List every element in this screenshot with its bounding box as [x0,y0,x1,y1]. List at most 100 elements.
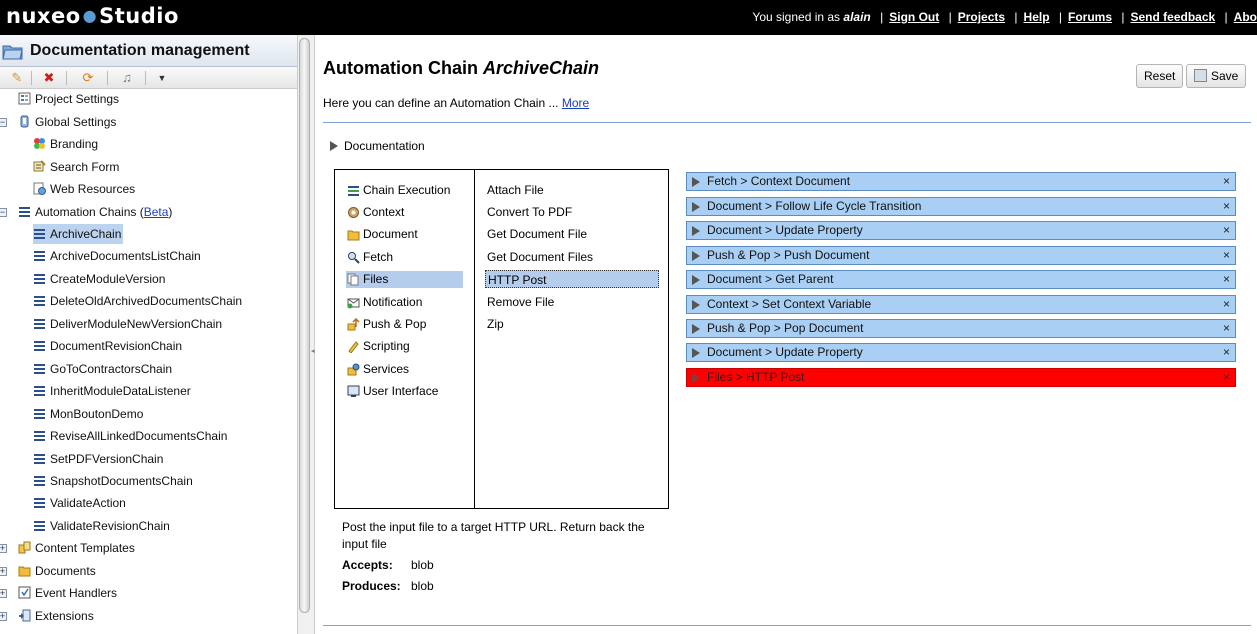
expand-arrow-icon[interactable] [692,348,700,358]
expand-icon[interactable]: + [0,589,7,598]
expand-arrow-icon[interactable] [692,226,700,236]
expand-icon[interactable]: + [0,612,7,621]
forums-link[interactable]: Forums [1068,10,1112,24]
category-push-pop[interactable]: Push & Pop [346,316,463,333]
nuxeo-studio-logo[interactable]: nuxeo ●Studio [6,4,179,28]
tree-item-chain[interactable]: ReviseAllLinkedDocumentsChain [33,426,227,446]
services-icon [347,363,360,376]
remove-icon[interactable]: × [1223,344,1230,361]
operation-item[interactable]: Zip [485,315,659,333]
category-fetch[interactable]: Fetch [346,249,463,266]
dropdown-icon[interactable]: ▼ [153,70,171,86]
about-link[interactable]: Abo [1234,10,1257,24]
remove-icon[interactable]: × [1223,296,1230,313]
tree-item-label: MonBoutonDemo [50,407,144,421]
remove-icon[interactable]: × [1223,320,1230,337]
tree-item-chain[interactable]: CreateModuleVersion [33,269,165,289]
operation-item[interactable]: Attach File [485,181,659,199]
tree-item-project-settings[interactable]: Project Settings [18,89,119,109]
chain-step[interactable]: Document > Update Property × [686,221,1236,240]
project-folder-icon [2,45,23,60]
tree-item-content-templates[interactable]: + Content Templates [0,538,135,558]
user-interface-icon [347,385,360,397]
category-notification[interactable]: Notification [346,294,463,311]
tree-item-event-handlers[interactable]: + Event Handlers [0,583,117,603]
category-services[interactable]: Services [346,361,463,378]
category-user-interface[interactable]: User Interface [346,383,463,400]
operation-item[interactable]: Remove File [485,293,659,311]
chain-step[interactable]: Document > Update Property × [686,343,1236,362]
tree-item-chain[interactable]: GoToContractorsChain [33,359,172,379]
category-document[interactable]: Document [346,226,463,243]
tree-item-documents[interactable]: + Documents [0,561,96,581]
tree-item-global-settings[interactable]: − Global Settings [0,112,116,132]
chain-step[interactable]: Push & Pop > Push Document × [686,246,1236,265]
delete-icon[interactable]: ✖ [40,70,58,86]
help-link[interactable]: Help [1024,10,1050,24]
tree-item-automation-chains[interactable]: − Automation Chains (Beta) [0,202,172,222]
tree-item-chain[interactable]: ArchiveDocumentsListChain [33,246,201,266]
documentation-toggle[interactable]: Documentation [330,139,425,153]
chain-step-error[interactable]: Files > HTTP Post × [686,368,1236,387]
category-scripting[interactable]: Scripting [346,338,463,355]
collapse-icon[interactable]: − [0,118,7,127]
refresh-icon[interactable]: ⟳ [79,70,97,86]
projects-link[interactable]: Projects [958,10,1005,24]
sidebar-splitter[interactable]: ◂ [297,35,315,634]
tree-item-chain[interactable]: MonBoutonDemo [33,404,143,424]
tree-item-web-resources[interactable]: Web Resources [33,179,135,199]
reset-button[interactable]: Reset [1136,64,1184,88]
expand-arrow-icon[interactable] [692,202,700,212]
remove-icon[interactable]: × [1223,369,1230,386]
tree-item-chain[interactable]: DeliverModuleNewVersionChain [33,314,222,334]
tree-item-chain[interactable]: ValidateRevisionChain [33,516,170,536]
chain-step[interactable]: Document > Follow Life Cycle Transition × [686,197,1236,216]
tree-item-archivechain[interactable]: ArchiveChain [33,224,124,244]
operation-item[interactable]: Get Document Files [485,248,659,266]
chain-step[interactable]: Document > Get Parent × [686,270,1236,289]
expand-arrow-icon[interactable] [692,177,700,187]
expand-arrow-icon[interactable] [692,373,700,383]
collapse-icon[interactable]: − [0,208,7,217]
chain-step[interactable]: Fetch > Context Document × [686,172,1236,191]
tree-item-chain[interactable]: ValidateAction [33,493,126,513]
tree-item-branding[interactable]: Branding [33,134,98,154]
save-button[interactable]: Save [1186,64,1247,88]
expand-arrow-icon[interactable] [692,324,700,334]
category-context[interactable]: Context [346,204,463,221]
category-files[interactable]: Files [346,271,463,288]
category-chain-execution[interactable]: Chain Execution [346,182,463,199]
expand-arrow-icon[interactable] [692,300,700,310]
settings-icon [18,92,31,105]
tree-item-chain[interactable]: DeleteOldArchivedDocumentsChain [33,291,242,311]
tree-item-chain[interactable]: InheritModuleDataListener [33,381,191,401]
remove-icon[interactable]: × [1223,271,1230,288]
send-feedback-link[interactable]: Send feedback [1131,10,1216,24]
sidebar-scrollbar[interactable] [299,38,310,613]
remove-icon[interactable]: × [1223,222,1230,239]
chain-step[interactable]: Push & Pop > Pop Document × [686,319,1236,338]
remove-icon[interactable]: × [1223,173,1230,190]
operation-item[interactable]: Convert To PDF [485,203,659,221]
beta-link[interactable]: Beta [144,205,169,219]
more-link[interactable]: More [562,96,589,110]
sidebar-header: Documentation management [0,35,297,67]
operation-item[interactable]: Get Document File [485,225,659,243]
add-icon[interactable]: ✎ [8,70,26,86]
tree-item-chain[interactable]: DocumentRevisionChain [33,336,182,356]
expand-arrow-icon[interactable] [692,251,700,261]
rename-icon[interactable]: ♫ [118,70,136,86]
tree-item-search-form[interactable]: Search Form [33,157,119,177]
remove-icon[interactable]: × [1223,198,1230,215]
remove-icon[interactable]: × [1223,247,1230,264]
sign-out-link[interactable]: Sign Out [889,10,939,24]
operation-item-selected[interactable]: HTTP Post [485,270,659,288]
tree-item-chain[interactable]: SnapshotDocumentsChain [33,471,193,491]
expand-arrow-icon[interactable] [692,275,700,285]
tree-item-extensions[interactable]: + Extensions [0,606,94,626]
chain-step[interactable]: Context > Set Context Variable × [686,295,1236,314]
tree-item-chain[interactable]: SetPDFVersionChain [33,449,163,469]
expand-icon[interactable]: + [0,567,7,576]
expand-icon[interactable]: + [0,544,7,553]
tree-item-label: CreateModuleVersion [50,272,166,286]
